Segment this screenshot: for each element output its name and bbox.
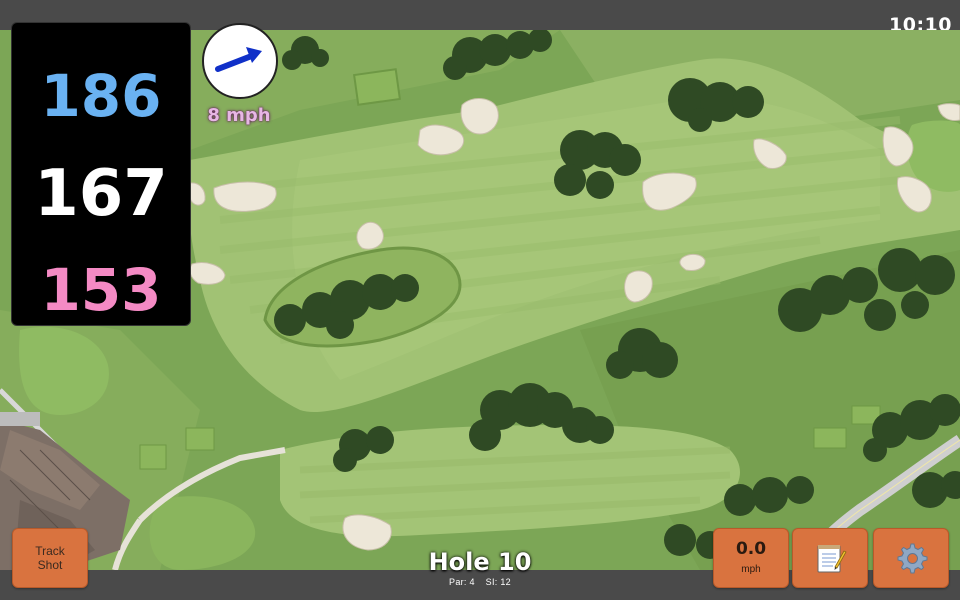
hole-meta: Par: 4 SI: 12 [380, 577, 580, 587]
track-shot-label-line1: Track [35, 544, 65, 558]
hole-title: Hole 10 [428, 548, 532, 576]
arrow-icon [215, 47, 262, 72]
front-distance: 153 [40, 256, 162, 324]
speed-button[interactable]: 0.0 mph [713, 528, 789, 588]
track-shot-label-line2: Shot [37, 558, 63, 572]
settings-button[interactable] [873, 528, 949, 588]
gear-icon [897, 543, 928, 574]
middle-distance: 167 [34, 157, 168, 231]
par-label: Par: 4 [449, 577, 475, 587]
notes-button[interactable] [792, 528, 868, 588]
speed-value: 0.0 [735, 539, 767, 559]
wind-speed-label: 8 mph [207, 105, 271, 126]
stroke-index-label: SI: 12 [485, 577, 511, 587]
notepad-icon [817, 545, 847, 573]
speed-unit: mph [741, 564, 761, 575]
back-distance: 186 [40, 62, 162, 130]
distance-panel: 186 167 153 [11, 22, 191, 326]
track-shot-button[interactable]: Track Shot [12, 528, 88, 588]
wind-indicator [202, 23, 278, 99]
